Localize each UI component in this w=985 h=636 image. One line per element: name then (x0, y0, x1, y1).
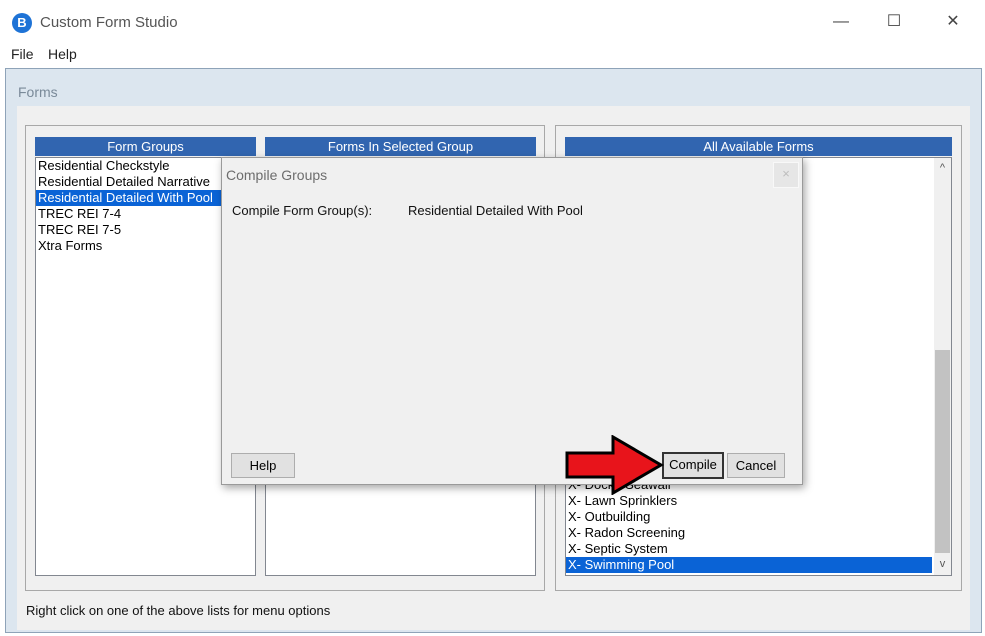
form-groups-header: Form Groups (35, 137, 256, 156)
maximize-button[interactable]: ☐ (871, 6, 917, 38)
list-item[interactable]: X- Swimming Pool (566, 557, 932, 573)
scrollbar-thumb[interactable] (935, 350, 950, 553)
cancel-button[interactable]: Cancel (727, 453, 785, 478)
all-forms-header: All Available Forms (565, 137, 952, 156)
list-item[interactable]: X- Septic System (566, 541, 932, 557)
list-item[interactable]: X- Lawn Sprinklers (566, 493, 932, 509)
minimize-button[interactable]: — (818, 6, 864, 38)
forms-frame-title: Forms (18, 84, 58, 100)
menu-help[interactable]: Help (48, 46, 77, 62)
red-arrow-icon (565, 435, 664, 495)
compile-group-value: Residential Detailed With Pool (408, 203, 583, 218)
compile-groups-dialog: Compile Groups × Compile Form Group(s): … (221, 157, 803, 485)
dialog-close-button[interactable]: × (773, 162, 799, 188)
app-logo-icon: B (12, 13, 32, 33)
scroll-up-arrow-icon[interactable]: ^ (934, 160, 951, 177)
compile-button[interactable]: Compile (662, 452, 724, 479)
menu-bar: File Help (0, 44, 985, 66)
status-hint: Right click on one of the above lists fo… (26, 603, 331, 618)
window-title: Custom Form Studio (40, 14, 178, 31)
list-item[interactable]: X- Outbuilding (566, 509, 932, 525)
dialog-help-button[interactable]: Help (231, 453, 295, 478)
compile-label: Compile Form Group(s): (232, 203, 373, 218)
close-window-button[interactable]: ✕ (930, 6, 976, 38)
dialog-title: Compile Groups (226, 167, 328, 183)
menu-file[interactable]: File (11, 46, 34, 62)
title-bar: B Custom Form Studio — ☐ ✕ (0, 0, 985, 44)
scroll-down-arrow-icon[interactable]: v (934, 556, 951, 573)
forms-in-group-header: Forms In Selected Group (265, 137, 536, 156)
list-item[interactable]: X- Radon Screening (566, 525, 932, 541)
dialog-title-bar: Compile Groups × (222, 158, 802, 190)
all-forms-scrollbar[interactable]: ^ v (934, 158, 951, 575)
